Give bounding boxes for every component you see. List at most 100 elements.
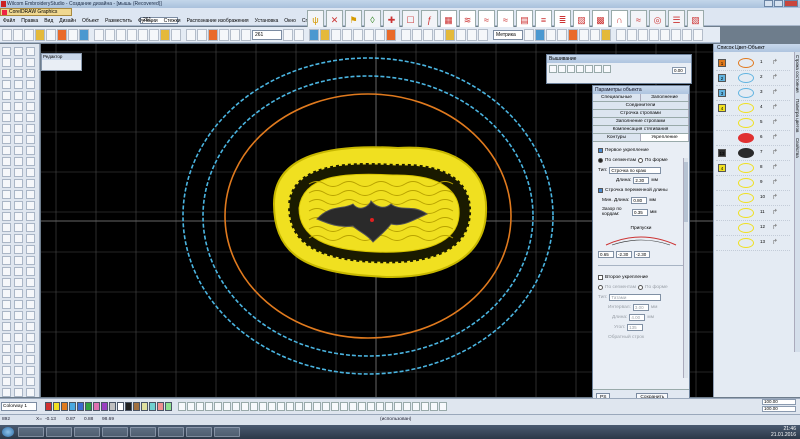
properties-scrollbar[interactable] [683,158,688,378]
menu-4[interactable]: Объект [82,16,99,26]
tool-5-2[interactable] [26,102,35,111]
palette-swatch[interactable] [77,402,84,411]
palette-tool-button[interactable] [403,402,411,411]
toolbar-button-5[interactable] [57,28,67,41]
toolbar-button-53[interactable] [671,28,681,41]
palette-tool-button[interactable] [295,402,303,411]
tool-22-2[interactable] [26,289,35,298]
tool-12-1[interactable] [14,179,23,188]
tool-17-1[interactable] [14,234,23,243]
palette-tool-button[interactable] [286,402,294,411]
palette-swatch[interactable] [69,402,76,411]
toolbar-button-43[interactable] [557,28,567,41]
tool-28-0[interactable] [2,355,11,364]
toolbar-button-10[interactable] [116,28,126,41]
toolbar-button-51[interactable] [649,28,659,41]
tool-8-1[interactable] [14,135,23,144]
tool-15-2[interactable] [26,212,35,221]
tool-1-1[interactable] [14,58,23,67]
tool-10-1[interactable] [14,157,23,166]
object-row[interactable]: 4 4 ↱ [716,101,790,116]
palette-tool-button[interactable] [412,402,420,411]
toolbar-button-26[interactable] [331,28,341,41]
by-shape-radio-2[interactable] [638,284,643,290]
tool-8-0[interactable] [2,135,11,144]
tool-12-0[interactable] [2,179,11,188]
tool-11-0[interactable] [2,168,11,177]
taskbar-app-5[interactable] [130,427,156,437]
toolbar-button-31[interactable] [386,28,396,41]
toolbar-button-8[interactable] [94,28,104,41]
play-icon[interactable] [567,65,575,73]
toolbar-button-0[interactable] [2,28,12,41]
tool-10-0[interactable] [2,157,11,166]
toolbar-button-11[interactable] [127,28,137,41]
tool-25-1[interactable] [14,322,23,331]
toolbar-button-33[interactable] [412,28,422,41]
tool-11-2[interactable] [26,168,35,177]
side-tab-palette[interactable]: Палитра цветов [795,96,800,135]
tool-25-0[interactable] [2,322,11,331]
toolbar-button-1[interactable] [13,28,23,41]
menu-3[interactable]: Дизайн [59,16,76,26]
tool-24-1[interactable] [14,311,23,320]
allowance-3-input[interactable]: -2.30 [634,250,650,258]
tool-31-1[interactable] [14,388,23,397]
by-shape-radio[interactable] [638,157,643,163]
toolbar-button-52[interactable] [660,28,670,41]
object-row[interactable]: 9 ↱ [716,176,790,191]
zoom-value-2[interactable]: 100.00 [762,406,796,412]
tool-12-2[interactable] [26,179,35,188]
toolbar-button-2[interactable] [24,28,34,41]
second-underlay-checkbox[interactable] [598,274,603,280]
tool-4-2[interactable] [26,91,35,100]
tab-outlines[interactable]: Контуры [593,134,641,141]
toolbar-button-29[interactable] [364,28,374,41]
toolbar-button-15[interactable] [171,28,181,41]
toolbar-button-46[interactable] [590,28,600,41]
min-length-input[interactable]: 0.80 [631,196,648,204]
toolbar-button-44[interactable] [568,28,578,41]
object-row[interactable]: 6 ↱ [716,131,790,146]
palette-tool-button[interactable] [241,402,249,411]
palette-tool-button[interactable] [439,402,447,411]
toolbar-button-30[interactable] [375,28,385,41]
toolbar-button-14[interactable] [160,28,170,41]
menu-1[interactable]: Правка [21,16,38,26]
menu-5[interactable]: Разместить [105,16,132,26]
tool-29-2[interactable] [26,366,35,375]
tool-4-0[interactable] [2,91,11,100]
menu-8[interactable]: Распознание изображения [187,16,249,26]
toolbar-button-38[interactable] [467,28,477,41]
palette-swatch[interactable] [53,402,60,411]
first-stitch-icon[interactable] [549,65,557,73]
palette-tool-button[interactable] [178,402,186,411]
tool-17-0[interactable] [2,234,11,243]
tool-2-2[interactable] [26,69,35,78]
close-button[interactable] [784,0,798,7]
tool-27-1[interactable] [14,344,23,353]
palette-swatch[interactable] [101,402,108,411]
object-row[interactable]: 4 8 ↱ [716,161,790,176]
palette-swatch[interactable] [61,402,68,411]
tool-2-0[interactable] [2,69,11,78]
palette-tool-button[interactable] [313,402,321,411]
tool-25-2[interactable] [26,322,35,331]
palette-swatch[interactable] [93,402,100,411]
tool-16-0[interactable] [2,223,11,232]
object-row[interactable]: 3 3 ↱ [716,86,790,101]
tool-22-0[interactable] [2,289,11,298]
tab-connectors[interactable]: Соединители [593,102,689,109]
tool-1-2[interactable] [26,58,35,67]
tool-19-1[interactable] [14,256,23,265]
tool-16-2[interactable] [26,223,35,232]
toolbar-button-42[interactable] [546,28,556,41]
units-select[interactable]: Метрика [493,29,523,40]
tool-13-1[interactable] [14,190,23,199]
colorway-select[interactable]: Colorway 1 [1,402,37,411]
tab-underlay[interactable]: Укрепление [641,134,689,141]
palette-tool-button[interactable] [304,402,312,411]
tool-28-1[interactable] [14,355,23,364]
object-row[interactable]: 10 ↱ [716,191,790,206]
underlay-type-select[interactable]: Строчка по краю [609,166,662,174]
